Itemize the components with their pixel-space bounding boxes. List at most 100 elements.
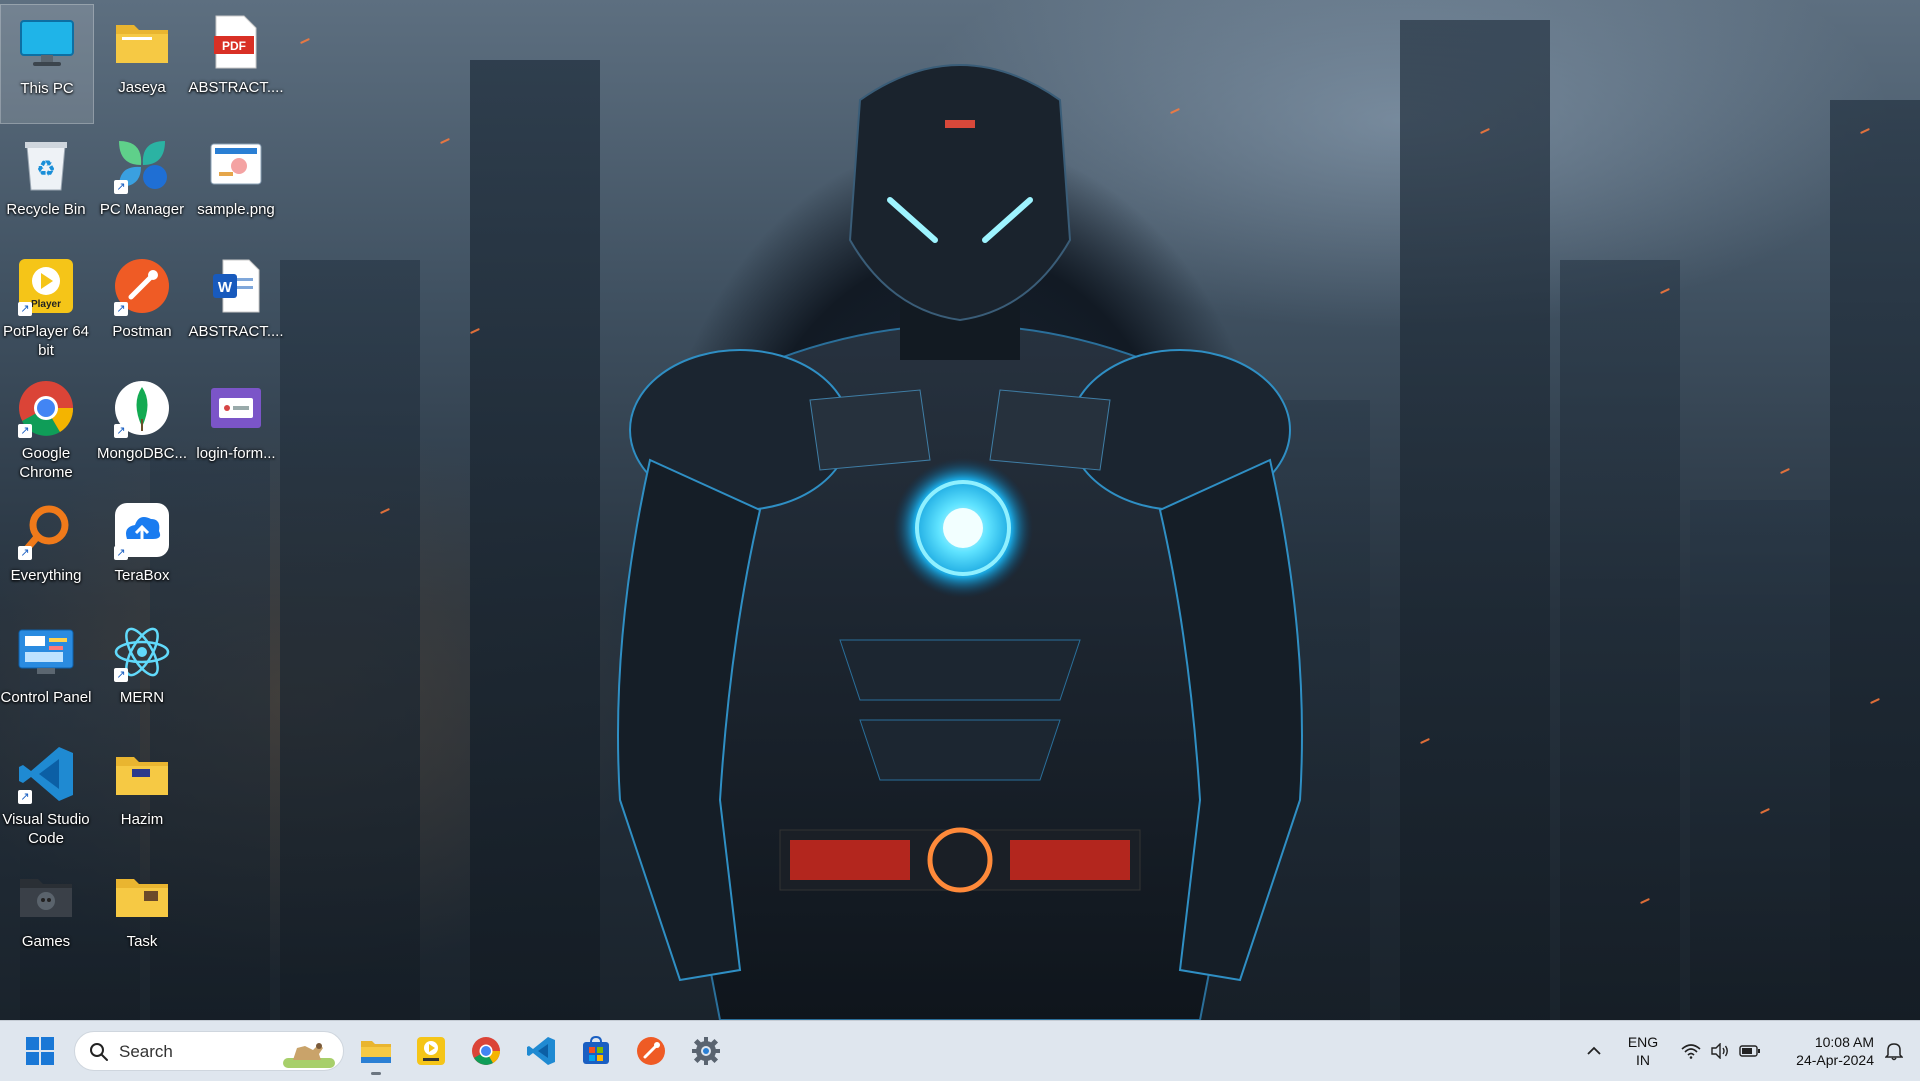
desktop-icon-label: ABSTRACT.... bbox=[188, 79, 284, 96]
desktop-icon-mern[interactable]: ↗ MERN bbox=[96, 614, 188, 732]
shortcut-arrow-icon: ↗ bbox=[18, 302, 32, 316]
desktop-icon-label: TeraBox bbox=[114, 567, 170, 584]
shortcut-arrow-icon: ↗ bbox=[18, 790, 32, 804]
login-form-icon bbox=[206, 378, 266, 438]
desktop-icon-hazim[interactable]: Hazim bbox=[96, 736, 188, 854]
shortcut-arrow-icon: ↗ bbox=[18, 546, 32, 560]
desktop-icon-label: PotPlayer 64 bit bbox=[3, 323, 89, 359]
desktop-icon-label: sample.png bbox=[197, 201, 275, 218]
wallpaper-spark bbox=[300, 37, 310, 45]
pdf-badge-text: PDF bbox=[222, 39, 246, 53]
desktop-icon-label: Games bbox=[21, 933, 71, 950]
network-volume-battery-group[interactable] bbox=[1676, 1031, 1766, 1071]
desktop-icon-task[interactable]: Task bbox=[96, 858, 188, 976]
taskbar-microsoft-store[interactable] bbox=[576, 1031, 616, 1071]
desktop-icon-everything[interactable]: ↗ Everything bbox=[0, 492, 92, 610]
shortcut-arrow-icon: ↗ bbox=[114, 180, 128, 194]
taskbar-potplayer[interactable] bbox=[411, 1031, 451, 1071]
active-app-indicator bbox=[371, 1072, 381, 1075]
desktop-icon-label: Task bbox=[126, 933, 158, 950]
shortcut-arrow-icon: ↗ bbox=[114, 302, 128, 316]
desktop-icon-abstract-pdf[interactable]: PDF ABSTRACT.... bbox=[188, 4, 284, 122]
folder-icon bbox=[112, 744, 172, 804]
search-placeholder: Search bbox=[119, 1042, 173, 1061]
desktop-icon-jaseya[interactable]: Jaseya bbox=[96, 4, 188, 122]
postman-icon: ↗ bbox=[112, 256, 172, 316]
wallpaper-building bbox=[1400, 20, 1550, 1020]
potplayer-icon: Player ↗ bbox=[16, 256, 76, 316]
wallpaper-armored-hero bbox=[617, 64, 1303, 1020]
desktop-icon-label: PC Manager bbox=[99, 201, 185, 218]
svg-text:♻: ♻ bbox=[36, 157, 56, 182]
chrome-icon: ↗ bbox=[16, 378, 76, 438]
postman-icon bbox=[637, 1037, 665, 1065]
start-button[interactable] bbox=[20, 1031, 60, 1071]
search-icon bbox=[90, 1043, 108, 1061]
desktop-icon-terabox[interactable]: ↗ TeraBox bbox=[96, 492, 188, 610]
language-indicator[interactable]: ENG IN bbox=[1620, 1031, 1666, 1071]
microsoft-store-icon bbox=[583, 1036, 609, 1064]
desktop-icon-label: Jaseya bbox=[118, 79, 166, 96]
desktop-icon-label: MERN bbox=[119, 689, 165, 706]
potplayer-badge-text: Player bbox=[31, 299, 61, 310]
desktop-icon-games[interactable]: Games bbox=[0, 858, 92, 976]
wallpaper-building bbox=[280, 260, 420, 1020]
potplayer-icon bbox=[417, 1037, 445, 1065]
desktop-icon-google-chrome[interactable]: ↗ Google Chrome bbox=[0, 370, 92, 488]
terabox-icon: ↗ bbox=[112, 500, 172, 560]
show-hidden-icons-button[interactable] bbox=[1574, 1031, 1614, 1071]
bell-icon bbox=[1885, 1043, 1903, 1061]
volume-icon bbox=[1711, 1043, 1728, 1059]
taskbar-file-explorer[interactable] bbox=[356, 1031, 396, 1075]
wallpaper-building bbox=[1560, 260, 1680, 1020]
shortcut-arrow-icon: ↗ bbox=[18, 424, 32, 438]
desktop-icon-recycle-bin[interactable]: ♻ Recycle Bin bbox=[0, 126, 92, 244]
desktop-icon-label: Visual Studio Code bbox=[2, 811, 90, 847]
desktop-icon-control-panel[interactable]: Control Panel bbox=[0, 614, 92, 732]
wallpaper-building bbox=[470, 60, 600, 1020]
shortcut-arrow-icon: ↗ bbox=[114, 668, 128, 682]
image-file-icon bbox=[206, 134, 266, 194]
word-doc-icon: W bbox=[206, 256, 266, 316]
windows-start-icon bbox=[26, 1037, 54, 1065]
clock-time: 10:08 AM bbox=[1814, 1034, 1874, 1050]
taskbar-vscode[interactable] bbox=[521, 1031, 561, 1071]
desktop-icon-this-pc[interactable]: This PC bbox=[0, 4, 94, 124]
pdf-icon: PDF bbox=[206, 12, 266, 72]
desktop-icon-potplayer[interactable]: Player ↗ PotPlayer 64 bit bbox=[0, 248, 92, 366]
chevron-up-icon bbox=[1587, 1046, 1601, 1055]
desktop-icon-mongodb-compass[interactable]: ↗ MongoDBC... bbox=[96, 370, 188, 488]
folder-icon bbox=[112, 866, 172, 926]
everything-search-icon: ↗ bbox=[16, 500, 76, 560]
taskbar-chrome[interactable] bbox=[466, 1031, 506, 1071]
wallpaper-spark bbox=[440, 137, 450, 145]
clock-button[interactable]: 10:08 AM 24-Apr-2024 bbox=[1774, 1031, 1874, 1071]
folder-icon bbox=[112, 12, 172, 72]
desktop-icon-label: MongoDBC... bbox=[96, 445, 188, 462]
taskbar-settings[interactable] bbox=[686, 1031, 726, 1071]
desktop-icon-label: Postman bbox=[112, 323, 172, 340]
desktop-icon-label: Hazim bbox=[120, 811, 164, 828]
desktop-icon-sample-png[interactable]: sample.png bbox=[190, 126, 282, 244]
desktop-icon-label: This PC bbox=[20, 80, 74, 97]
taskbar-search-box[interactable]: Search bbox=[74, 1031, 344, 1071]
taskbar-postman[interactable] bbox=[631, 1031, 671, 1071]
desktop-icon-login-form[interactable]: login-form... bbox=[190, 370, 282, 488]
search-highlight-icon bbox=[283, 1043, 335, 1068]
desktop-icon-label: Recycle Bin bbox=[6, 201, 86, 218]
notifications-button[interactable] bbox=[1874, 1031, 1914, 1071]
desktop-icon-pc-manager[interactable]: ↗ PC Manager bbox=[96, 126, 188, 244]
monitor-icon bbox=[17, 13, 77, 73]
desktop-icon-visual-studio-code[interactable]: ↗ Visual Studio Code bbox=[0, 736, 92, 854]
mongodb-icon: ↗ bbox=[112, 378, 172, 438]
desktop-icon-abstract-docx[interactable]: W ABSTRACT.... bbox=[188, 248, 284, 366]
desktop-icon-postman[interactable]: ↗ Postman bbox=[96, 248, 188, 366]
desktop-wallpaper bbox=[0, 0, 1920, 1020]
wallpaper-building bbox=[1830, 100, 1920, 1020]
vscode-icon bbox=[527, 1037, 555, 1065]
taskbar: Search ENG IN 10:08 AM 24-Apr-2024 bbox=[0, 1020, 1920, 1081]
desktop-icon-label: Control Panel bbox=[0, 689, 92, 706]
control-panel-icon bbox=[16, 622, 76, 682]
vscode-icon: ↗ bbox=[16, 744, 76, 804]
wifi-icon bbox=[1681, 1044, 1701, 1059]
